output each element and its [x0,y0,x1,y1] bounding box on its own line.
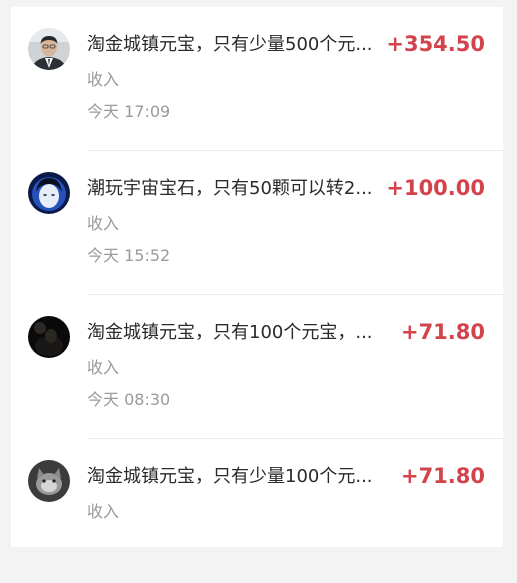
transaction-type: 收入 [87,214,120,233]
transaction-title: 潮玩宇宙宝石，只有50颗可以转2... [87,178,373,199]
avatar[interactable] [28,460,70,502]
transaction-title: 淘金城镇元宝，只有少量100个元... [87,466,373,487]
transaction-amount: +71.80 [400,464,485,488]
transaction-row[interactable]: 淘金城镇元宝，只有少量500个元... +354.50 收入 今天 17:09 [11,7,503,151]
transaction-time: 今天 08:30 [87,390,171,409]
avatar[interactable] [28,28,70,70]
transaction-row[interactable]: 淘金城镇元宝，只有100个元宝，... +71.80 收入 今天 08:30 [11,295,503,439]
transaction-amount: +354.50 [386,32,485,56]
man-in-suit-avatar-icon [28,28,70,70]
transaction-type: 收入 [87,70,120,89]
transaction-amount: +71.80 [400,320,485,344]
transaction-time: 今天 15:52 [87,246,171,265]
dark-silhouette-avatar-icon [28,316,70,358]
blue-light-face-avatar-icon [28,172,70,214]
transaction-list: 淘金城镇元宝，只有少量500个元... +354.50 收入 今天 17:09 … [11,7,503,547]
grey-cat-avatar-icon [28,460,70,502]
transaction-type: 收入 [87,358,120,377]
transaction-row[interactable]: 淘金城镇元宝，只有少量100个元... +71.80 收入 [11,439,503,583]
transaction-time: 今天 17:09 [87,102,171,121]
transaction-title: 淘金城镇元宝，只有少量500个元... [87,34,373,55]
transaction-type: 收入 [87,502,120,521]
transaction-row[interactable]: 潮玩宇宙宝石，只有50颗可以转2... +100.00 收入 今天 15:52 [11,151,503,295]
avatar[interactable] [28,172,70,214]
transaction-title: 淘金城镇元宝，只有100个元宝，... [87,322,373,343]
avatar[interactable] [28,316,70,358]
transaction-amount: +100.00 [386,176,485,200]
